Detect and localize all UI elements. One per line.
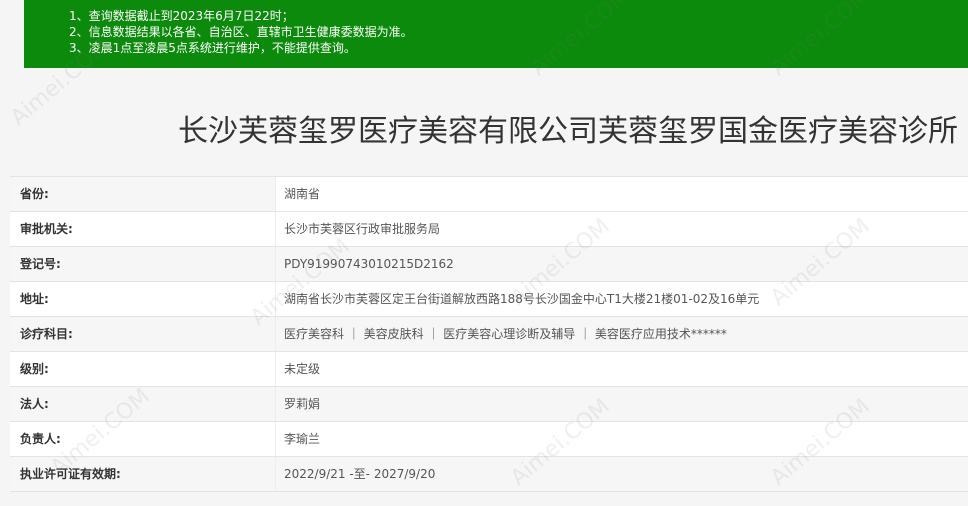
row-label-address: 地址: bbox=[10, 282, 275, 316]
row-label-license-validity: 执业许可证有效期: bbox=[10, 457, 275, 491]
table-row: 执业许可证有效期: 2022/9/21 -至- 2027/9/20 bbox=[10, 457, 968, 492]
row-value-authority: 长沙市芙蓉区行政审批服务局 bbox=[275, 212, 968, 246]
row-label-person-in-charge: 负责人: bbox=[10, 422, 275, 456]
table-row: 负责人: 李瑜兰 bbox=[10, 422, 968, 457]
table-row: 省份: 湖南省 bbox=[10, 177, 968, 212]
notice-banner: 1、查询数据截止到2023年6月7日22时； 2、信息数据结果以各省、自治区、直… bbox=[24, 0, 968, 68]
row-label-departments: 诊疗科目: bbox=[10, 317, 275, 351]
row-value-departments: 医疗美容科 ｜ 美容皮肤科 ｜ 医疗美容心理诊断及辅导 ｜ 美容医疗应用技术**… bbox=[275, 317, 968, 351]
table-row: 登记号: PDY91990743010215D2162 bbox=[10, 247, 968, 282]
table-row: 级别: 未定级 bbox=[10, 352, 968, 387]
page: 1、查询数据截止到2023年6月7日22时； 2、信息数据结果以各省、自治区、直… bbox=[0, 0, 968, 506]
row-label-level: 级别: bbox=[10, 352, 275, 386]
row-value-person-in-charge: 李瑜兰 bbox=[275, 422, 968, 456]
row-value-address: 湖南省长沙市芙蓉区定王台街道解放西路188号长沙国金中心T1大楼21楼01-02… bbox=[275, 282, 968, 316]
row-value-province: 湖南省 bbox=[275, 177, 968, 211]
title-section: 长沙芙蓉玺罗医疗美容有限公司芙蓉玺罗国金医疗美容诊所 bbox=[24, 68, 968, 176]
notice-line-2: 2、信息数据结果以各省、自治区、直辖市卫生健康委数据为准。 bbox=[69, 25, 413, 39]
row-value-registration: PDY91990743010215D2162 bbox=[275, 247, 968, 281]
row-value-level: 未定级 bbox=[275, 352, 968, 386]
notice-line-1: 1、查询数据截止到2023年6月7日22时； bbox=[69, 9, 294, 23]
table-row: 审批机关: 长沙市芙蓉区行政审批服务局 bbox=[10, 212, 968, 247]
table-row: 地址: 湖南省长沙市芙蓉区定王台街道解放西路188号长沙国金中心T1大楼21楼0… bbox=[10, 282, 968, 317]
row-label-legal-person: 法人: bbox=[10, 387, 275, 421]
row-label-authority: 审批机关: bbox=[10, 212, 275, 246]
row-label-province: 省份: bbox=[10, 177, 275, 211]
page-title: 长沙芙蓉玺罗医疗美容有限公司芙蓉玺罗国金医疗美容诊所 bbox=[178, 114, 958, 149]
table-row: 诊疗科目: 医疗美容科 ｜ 美容皮肤科 ｜ 医疗美容心理诊断及辅导 ｜ 美容医疗… bbox=[10, 317, 968, 352]
notice-line-3: 3、凌晨1点至凌晨5点系统进行维护，不能提供查询。 bbox=[69, 41, 356, 55]
row-value-license-validity: 2022/9/21 -至- 2027/9/20 bbox=[275, 457, 968, 491]
row-value-legal-person: 罗莉娟 bbox=[275, 387, 968, 421]
table-row: 法人: 罗莉娟 bbox=[10, 387, 968, 422]
info-table: 省份: 湖南省 审批机关: 长沙市芙蓉区行政审批服务局 登记号: PDY9199… bbox=[10, 176, 968, 492]
row-label-registration: 登记号: bbox=[10, 247, 275, 281]
